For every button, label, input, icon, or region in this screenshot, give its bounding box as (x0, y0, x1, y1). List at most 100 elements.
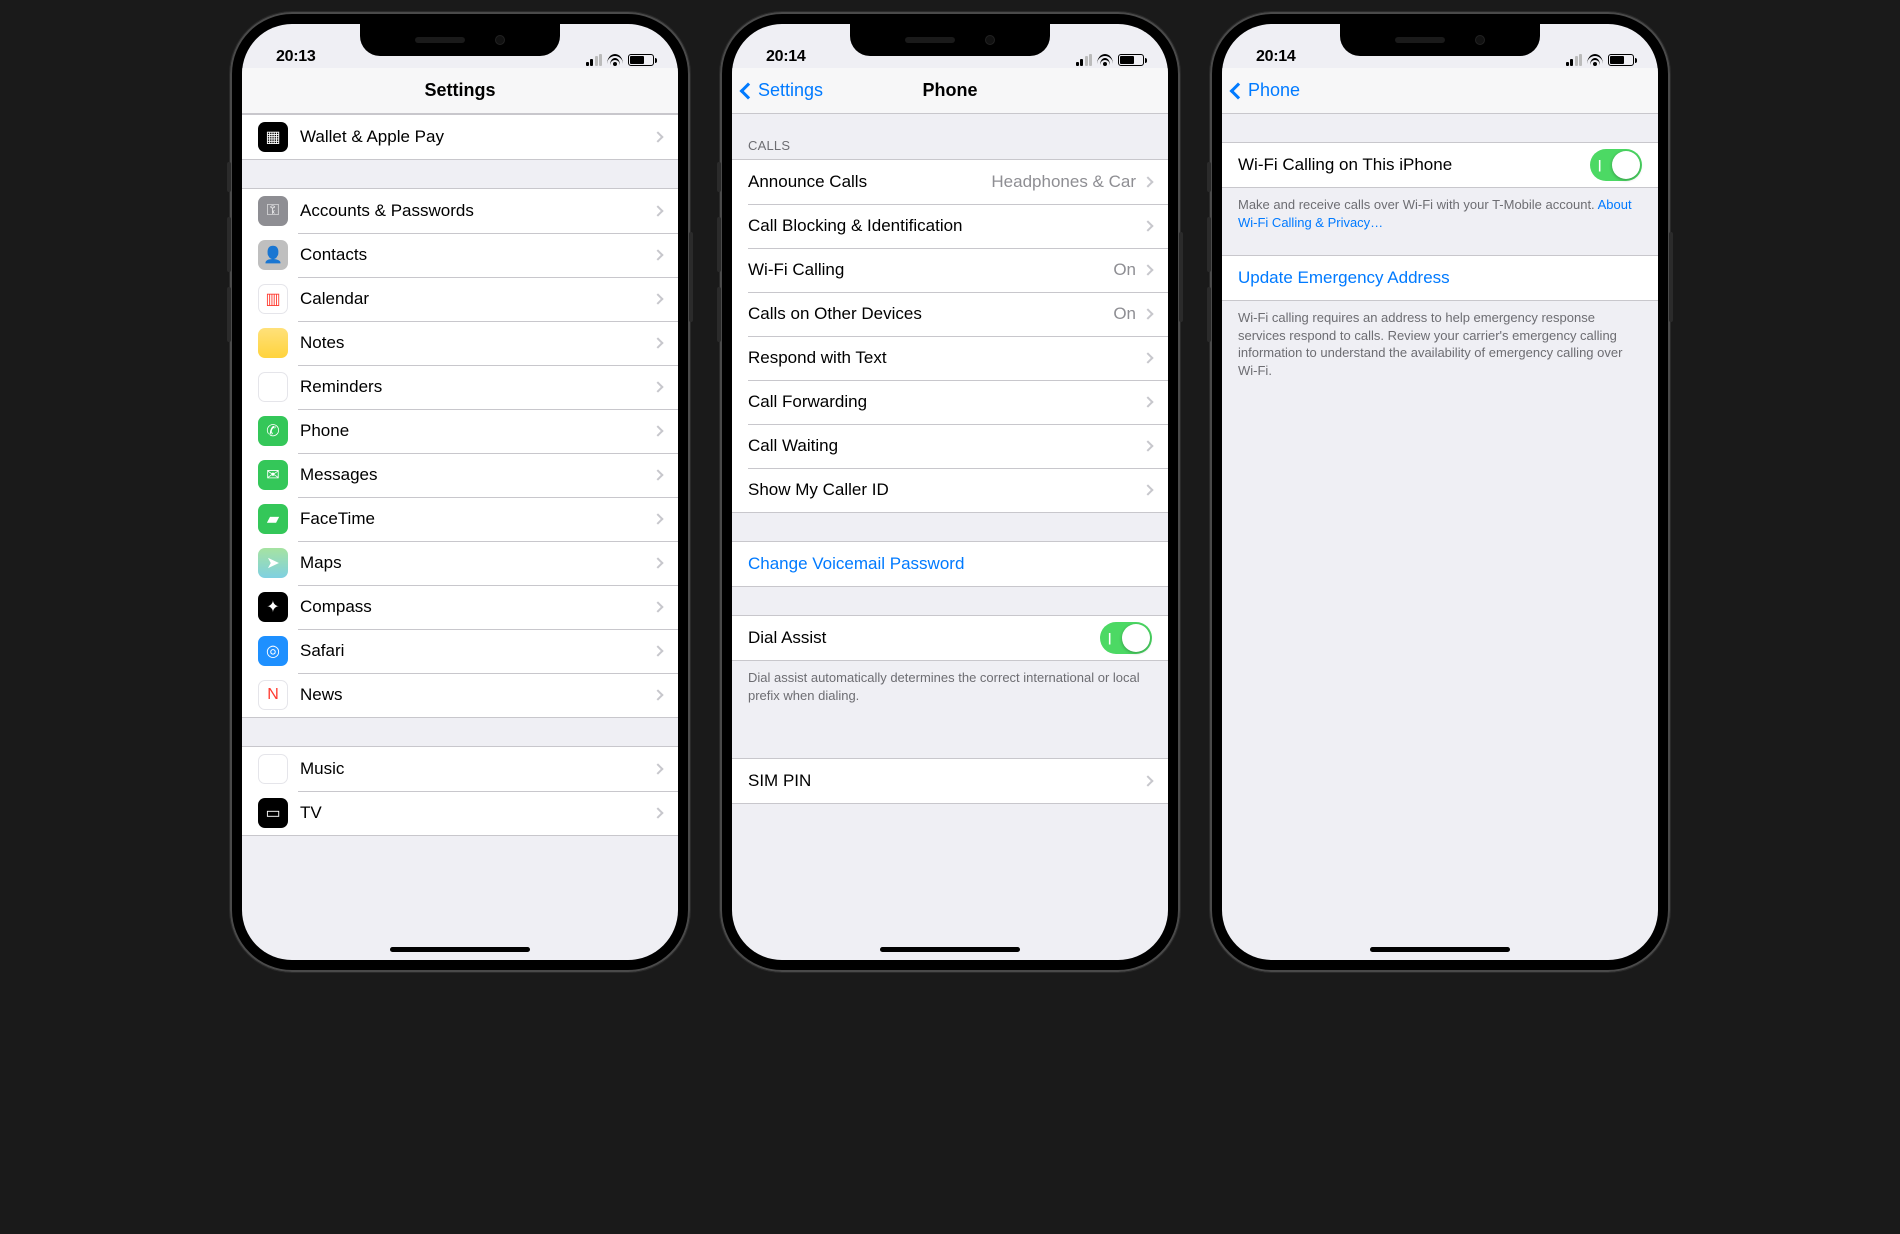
calls-row-announce[interactable]: Announce CallsHeadphones & Car (732, 160, 1168, 204)
notch (360, 24, 560, 56)
phone-frame-2: 20:14 Settings Phone CALLS Announce Call… (720, 12, 1180, 972)
cell-label: Call Blocking & Identification (748, 216, 1144, 236)
cell-label: TV (300, 803, 654, 823)
chevron-right-icon (652, 425, 663, 436)
music-icon: ♫ (258, 754, 288, 784)
chevron-right-icon (652, 513, 663, 524)
dial-assist-toggle-cell[interactable]: Dial Assist | (732, 616, 1168, 660)
chevron-right-icon (1142, 352, 1153, 363)
change-voicemail-password-button[interactable]: Change Voicemail Password (732, 542, 1168, 586)
cellular-signal-icon (586, 54, 603, 66)
wifi-calling-footer: Make and receive calls over Wi-Fi with y… (1222, 188, 1658, 245)
phone-icon: ✆ (258, 416, 288, 446)
chevron-right-icon (1142, 484, 1153, 495)
cell-value: Headphones & Car (991, 172, 1136, 192)
notch (1340, 24, 1540, 56)
update-emergency-address-button[interactable]: Update Emergency Address (1222, 256, 1658, 300)
home-indicator[interactable] (390, 947, 530, 952)
messages-icon: ✉ (258, 460, 288, 490)
settings-row-messages[interactable]: ✉Messages (242, 453, 678, 497)
settings-row-contacts[interactable]: 👤Contacts (242, 233, 678, 277)
home-indicator[interactable] (880, 947, 1020, 952)
cell-label: SIM PIN (748, 771, 1144, 791)
settings-row-news[interactable]: NNews (242, 673, 678, 717)
reminders-icon: ⋮ (258, 372, 288, 402)
settings-row-phone[interactable]: ✆ Phone (242, 409, 678, 453)
calls-row-wificalling[interactable]: Wi-Fi CallingOn (732, 248, 1168, 292)
chevron-right-icon (652, 249, 663, 260)
home-indicator[interactable] (1370, 947, 1510, 952)
calls-row-otherdevices[interactable]: Calls on Other DevicesOn (732, 292, 1168, 336)
calls-row-forwarding[interactable]: Call Forwarding (732, 380, 1168, 424)
wallet-icon: ▦ (258, 122, 288, 152)
back-button[interactable]: Settings (742, 80, 823, 101)
settings-row-reminders[interactable]: ⋮Reminders (242, 365, 678, 409)
notch (850, 24, 1050, 56)
chevron-right-icon (652, 337, 663, 348)
tv-icon: ▭ (258, 798, 288, 828)
emergency-address-footer: Wi-Fi calling requires an address to hel… (1222, 301, 1658, 393)
settings-row-wallet[interactable]: ▦Wallet & Apple Pay (242, 115, 678, 159)
screen-wifi-calling: 20:14 Phone Wi-Fi Calling on This iPhone… (1222, 24, 1658, 960)
settings-row-facetime[interactable]: ▰FaceTime (242, 497, 678, 541)
chevron-right-icon (652, 469, 663, 480)
cell-label: Phone (300, 421, 654, 441)
screen-phone-settings: 20:14 Settings Phone CALLS Announce Call… (732, 24, 1168, 960)
chevron-right-icon (1142, 264, 1153, 275)
wifi-icon (1587, 54, 1603, 66)
sim-pin-cell[interactable]: SIM PIN (732, 759, 1168, 803)
phone-frame-3: 20:14 Phone Wi-Fi Calling on This iPhone… (1210, 12, 1670, 972)
cell-label: Show My Caller ID (748, 480, 1144, 500)
chevron-right-icon (652, 205, 663, 216)
cell-label: Update Emergency Address (1238, 268, 1642, 288)
calls-row-blocking[interactable]: Call Blocking & Identification (732, 204, 1168, 248)
cellular-signal-icon (1076, 54, 1093, 66)
settings-row-safari[interactable]: ◎Safari (242, 629, 678, 673)
settings-row-calendar[interactable]: ▥ Calendar (242, 277, 678, 321)
status-time: 20:14 (1256, 48, 1295, 66)
settings-row-notes[interactable]: Notes (242, 321, 678, 365)
cellular-signal-icon (1566, 54, 1583, 66)
settings-row-compass[interactable]: ✦Compass (242, 585, 678, 629)
screen-settings: 20:13 Settings ▦Wallet & Apple Pay ⚿Accou… (242, 24, 678, 960)
cell-label: Maps (300, 553, 654, 573)
notes-icon (258, 328, 288, 358)
chevron-right-icon (1142, 440, 1153, 451)
calls-row-respondtext[interactable]: Respond with Text (732, 336, 1168, 380)
calls-row-waiting[interactable]: Call Waiting (732, 424, 1168, 468)
cell-label: Announce Calls (748, 172, 991, 192)
cell-label: Contacts (300, 245, 654, 265)
settings-row-maps[interactable]: ➤Maps (242, 541, 678, 585)
chevron-right-icon (652, 763, 663, 774)
cell-label: Calendar (300, 289, 654, 309)
chevron-right-icon (1142, 176, 1153, 187)
cell-label: Compass (300, 597, 654, 617)
chevron-right-icon (652, 381, 663, 392)
cell-label: Wi-Fi Calling on This iPhone (1238, 155, 1590, 175)
phone-frame-1: 20:13 Settings ▦Wallet & Apple Pay ⚿Accou… (230, 12, 690, 972)
chevron-right-icon (1142, 396, 1153, 407)
nav-bar: Phone (1222, 68, 1658, 114)
wifi-calling-toggle-cell[interactable]: Wi-Fi Calling on This iPhone | (1222, 143, 1658, 187)
page-title: Phone (922, 80, 977, 101)
toggle-switch[interactable]: | (1100, 622, 1152, 654)
battery-icon (1608, 54, 1634, 66)
back-label: Settings (758, 80, 823, 101)
back-label: Phone (1248, 80, 1300, 101)
nav-bar: Settings Phone (732, 68, 1168, 114)
calls-row-callerid[interactable]: Show My Caller ID (732, 468, 1168, 512)
cell-label: Accounts & Passwords (300, 201, 654, 221)
back-button[interactable]: Phone (1232, 80, 1300, 101)
status-time: 20:13 (276, 48, 315, 66)
settings-row-accounts[interactable]: ⚿Accounts & Passwords (242, 189, 678, 233)
cell-value: On (1113, 304, 1136, 324)
chevron-right-icon (652, 689, 663, 700)
cell-label: Change Voicemail Password (748, 554, 1152, 574)
settings-row-tv[interactable]: ▭ TV (242, 791, 678, 835)
calendar-icon: ▥ (258, 284, 288, 314)
cell-label: Dial Assist (748, 628, 1100, 648)
cell-label: FaceTime (300, 509, 654, 529)
toggle-switch[interactable]: | (1590, 149, 1642, 181)
nav-bar: Settings (242, 68, 678, 114)
settings-row-music[interactable]: ♫Music (242, 747, 678, 791)
